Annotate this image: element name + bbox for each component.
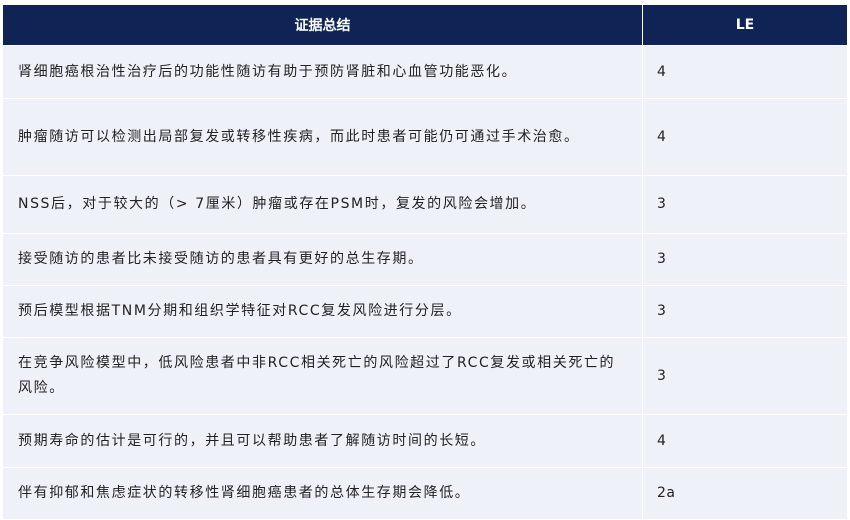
level-of-evidence-cell: 4 [643, 98, 847, 175]
evidence-summary-cell: 接受随访的患者比未接受随访的患者具有更好的总生存期。 [3, 233, 643, 285]
level-of-evidence-cell: 4 [643, 414, 847, 467]
header-evidence-summary: 证据总结 [3, 5, 643, 45]
table-row: 接受随访的患者比未接受随访的患者具有更好的总生存期。 3 [3, 233, 847, 285]
table-row: 肿瘤随访可以检测出局部复发或转移性疾病，而此时患者可能仍可通过手术治愈。 4 [3, 98, 847, 175]
table-header-row: 证据总结 LE [3, 5, 847, 45]
evidence-summary-cell: 预后模型根据TNM分期和组织学特征对RCC复发风险进行分层。 [3, 285, 643, 337]
table-row: 预后模型根据TNM分期和组织学特征对RCC复发风险进行分层。 3 [3, 285, 847, 337]
evidence-summary-cell: 肾细胞癌根治性治疗后的功能性随访有助于预防肾脏和心血管功能恶化。 [3, 45, 643, 98]
evidence-summary-cell: 在竞争风险模型中，低风险患者中非RCC相关死亡的风险超过了RCC复发或相关死亡的… [3, 337, 643, 414]
level-of-evidence-cell: 4 [643, 45, 847, 98]
table-row: NSS后，对于较大的（> 7厘米）肿瘤或存在PSM时，复发的风险会增加。 3 [3, 175, 847, 233]
table-row: 在竞争风险模型中，低风险患者中非RCC相关死亡的风险超过了RCC复发或相关死亡的… [3, 337, 847, 414]
table-row: 预期寿命的估计是可行的，并且可以帮助患者了解随访时间的长短。 4 [3, 414, 847, 467]
level-of-evidence-cell: 3 [643, 285, 847, 337]
evidence-summary-cell: 伴有抑郁和焦虑症状的转移性肾细胞癌患者的总体生存期会降低。 [3, 467, 643, 519]
evidence-summary-cell: 预期寿命的估计是可行的，并且可以帮助患者了解随访时间的长短。 [3, 414, 643, 467]
level-of-evidence-cell: 3 [643, 233, 847, 285]
evidence-summary-cell: NSS后，对于较大的（> 7厘米）肿瘤或存在PSM时，复发的风险会增加。 [3, 175, 643, 233]
table-row: 肾细胞癌根治性治疗后的功能性随访有助于预防肾脏和心血管功能恶化。 4 [3, 45, 847, 98]
level-of-evidence-cell: 2a [643, 467, 847, 519]
evidence-summary-table: 证据总结 LE 肾细胞癌根治性治疗后的功能性随访有助于预防肾脏和心血管功能恶化。… [3, 5, 847, 519]
header-level-of-evidence: LE [643, 5, 847, 45]
evidence-summary-cell: 肿瘤随访可以检测出局部复发或转移性疾病，而此时患者可能仍可通过手术治愈。 [3, 98, 643, 175]
table-row: 伴有抑郁和焦虑症状的转移性肾细胞癌患者的总体生存期会降低。 2a [3, 467, 847, 519]
level-of-evidence-cell: 3 [643, 175, 847, 233]
level-of-evidence-cell: 3 [643, 337, 847, 414]
